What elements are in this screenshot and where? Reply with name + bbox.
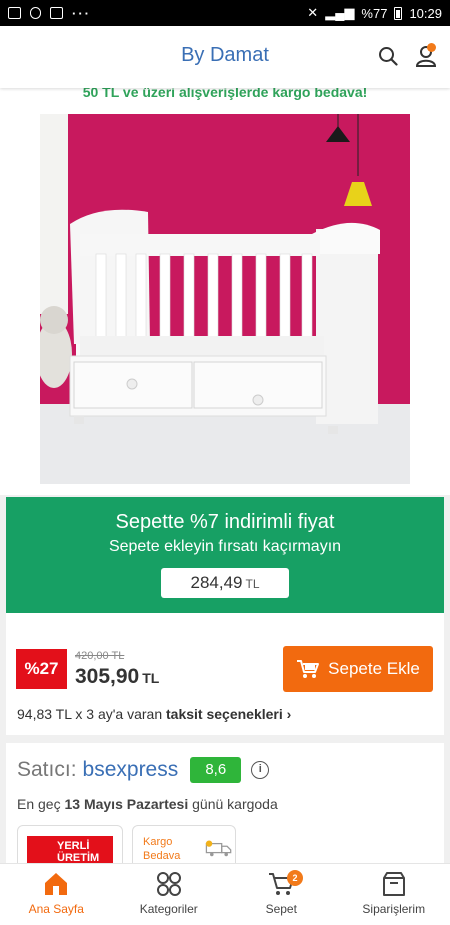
cart-icon [297,660,320,678]
installment-link[interactable]: 94,83 TL x 3 ay'a varan taksit seçenekle… [17,706,291,722]
cart-count-badge: 2 [287,870,303,886]
battery-percent: %77 [361,5,388,21]
old-price: 420,00 TL [75,650,125,662]
free-cargo-label: Kargo Bedava [143,835,180,863]
bag-notification-icon [50,7,63,19]
signal-icon: ▂▄▆ [325,5,355,20]
nav-orders[interactable]: Siparişlerim [338,864,450,925]
discounted-price-currency: TL [245,577,260,591]
nav-home[interactable]: Ana Sayfa [0,864,113,925]
price-card: %27 420,00 TL 305,90 TL Sepete Ekle 94,83… [6,613,444,735]
status-bar: ··· ✕ ▂▄▆ %77 10:29 [0,0,450,26]
current-price-currency: TL [142,670,160,686]
seller-card: Satıcı: bsexpress 8,6 i En geç 13 Mayıs … [6,743,444,873]
chevron-right-icon: › [286,706,292,722]
product-image[interactable] [40,114,410,484]
discount-subtitle: Sepete ekleyin fırsatı kaçırmayın [108,538,342,555]
search-icon[interactable] [378,46,398,66]
free-cargo-line1: Kargo [143,836,173,848]
home-icon [45,873,68,895]
ship-date: 13 Mayıs Pazartesi [64,796,189,812]
discounted-price-box: 284,49 TL [161,568,289,598]
discount-title: Sepette %7 indirimli fiyat [115,511,335,533]
gallery-notification-icon [8,7,21,19]
seller-label: Satıcı: [17,758,77,781]
add-to-cart-button[interactable]: Sepete Ekle [283,646,433,692]
categories-icon [156,872,181,896]
app-header: By Damat [0,26,450,88]
mute-icon: ✕ [307,5,319,20]
notification-dot [427,43,436,52]
cart-discount-panel: Sepette %7 indirimli fiyat Sepete ekleyi… [6,497,444,629]
ship-prefix: En geç [17,796,65,812]
info-icon[interactable]: i [251,761,270,779]
nav-categories-label: Kategoriler [139,902,198,916]
local-production-line1: YERLİ [57,840,90,852]
seller-row: Satıcı: bsexpress 8,6 i [17,757,270,783]
nav-cart-label: Sepet [265,902,297,916]
seller-score-badge: 8,6 [190,757,242,783]
installment-options-label: taksit seçenekleri [166,706,283,722]
clock: 10:29 [409,5,442,21]
add-to-cart-label: Sepete Ekle [328,659,420,678]
nav-categories[interactable]: Kategoriler [113,864,226,925]
current-price-value: 305,90 [75,665,140,688]
notification-icon [30,7,41,19]
seller-name-link[interactable]: bsexpress [83,758,179,782]
discounted-price: 284,49 [190,573,243,592]
nav-cart[interactable]: 2 Sepet [225,864,338,925]
installment-prefix: 94,83 TL x 3 ay'a varan [17,706,166,722]
nav-home-label: Ana Sayfa [28,902,84,916]
more-notifications-icon: ··· [72,5,91,21]
battery-icon [394,6,403,20]
ship-suffix: günü kargoda [188,796,278,812]
shipping-date-text: En geç 13 Mayıs Pazartesi günü kargoda [17,796,278,812]
current-price: 305,90 TL [75,665,159,689]
truck-icon [205,840,232,857]
discount-percent-badge: %27 [16,649,67,689]
free-cargo-line2: Bedava [143,850,181,862]
bottom-navigation: Ana Sayfa Kategoriler 2 Sepet Siparişler… [0,863,450,925]
nav-orders-label: Siparişlerim [362,902,426,916]
product-image-area [0,100,450,495]
orders-icon [382,872,405,896]
